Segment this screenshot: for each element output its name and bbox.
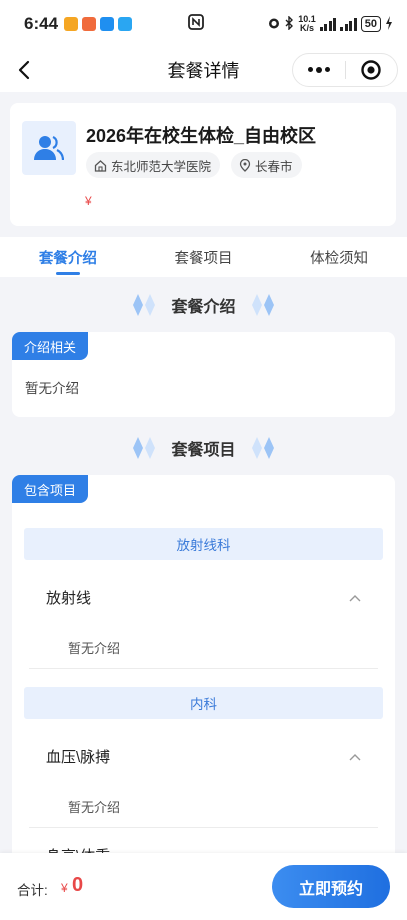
item-description: 暂无介绍 xyxy=(68,800,121,815)
intro-tag: 介绍相关 xyxy=(12,332,89,360)
chevron-up-icon xyxy=(349,595,361,602)
chevron-left-icon xyxy=(18,60,30,80)
hospital-chip: 东北师范大学医院 xyxy=(86,152,221,178)
section-title: 套餐介绍 xyxy=(171,299,236,316)
item-collapse-toggle[interactable] xyxy=(347,749,363,765)
status-bar: 6:44 10.1 K/s 50 xyxy=(0,0,407,48)
tab-package-intro[interactable]: 套餐介绍 xyxy=(0,237,136,277)
users-icon xyxy=(34,135,64,161)
diamond-decoration-icon xyxy=(251,294,274,316)
target-close-icon xyxy=(361,60,381,80)
notification-app-icon xyxy=(82,17,97,31)
items-tag: 包含项目 xyxy=(12,475,89,503)
item-collapse-toggle[interactable] xyxy=(347,590,363,606)
signal-strength-icon xyxy=(340,17,357,31)
back-button[interactable] xyxy=(10,56,38,84)
total-label: 合计: xyxy=(17,883,48,898)
section-title: 套餐项目 xyxy=(171,442,236,459)
item-description: 暂无介绍 xyxy=(68,641,121,656)
bottom-bar: 合计: ¥ 0 立即预约 xyxy=(0,853,407,920)
book-now-button[interactable]: 立即预约 xyxy=(272,865,390,908)
location-pin-icon xyxy=(239,158,251,172)
items-section-heading: 套餐项目 xyxy=(0,433,407,463)
miniprogram-capsule xyxy=(292,53,398,87)
tab-exam-notice[interactable]: 体检须知 xyxy=(271,237,407,277)
status-indicators: 10.1 K/s 50 xyxy=(267,15,393,33)
notification-app-icon xyxy=(64,17,79,31)
item-divider xyxy=(29,668,378,669)
item-name[interactable]: 血压\脉搏 xyxy=(46,746,110,767)
alarm-icon xyxy=(267,16,281,33)
hospital-home-icon xyxy=(94,159,107,172)
page-title: 套餐详情 xyxy=(167,61,240,81)
category-header: 放射线科 xyxy=(24,528,383,560)
charging-icon xyxy=(385,15,393,33)
diamond-decoration-icon xyxy=(251,437,274,459)
network-speed: 10.1 K/s xyxy=(298,14,316,33)
detail-tabs: 套餐介绍 套餐项目 体检须知 xyxy=(0,237,407,277)
nfc-icon xyxy=(188,14,204,34)
bluetooth-icon xyxy=(285,14,294,33)
battery-indicator: 50 xyxy=(360,16,381,32)
city-chip: 长春市 xyxy=(231,152,302,178)
package-title: 2026年在校生体检_自由校区 xyxy=(86,126,317,146)
package-avatar xyxy=(22,121,76,175)
items-panel: 包含项目 放射线科 放射线 暂无介绍 内科 血压\脉搏 暂无介绍 身高\体重 xyxy=(12,475,395,875)
navigation-bar: 套餐详情 xyxy=(0,48,407,92)
chevron-up-icon xyxy=(349,754,361,761)
more-menu-button[interactable] xyxy=(293,67,345,73)
total-currency: ¥ xyxy=(61,881,68,895)
hospital-name: 东北师范大学医院 xyxy=(111,159,212,174)
diamond-decoration-icon xyxy=(133,294,156,316)
notification-app-icon xyxy=(118,17,133,31)
signal-strength-icon xyxy=(319,17,337,31)
category-header: 内科 xyxy=(24,687,383,719)
total-amount: 0 xyxy=(72,874,84,896)
item-divider xyxy=(29,827,378,828)
intro-section-heading: 套餐介绍 xyxy=(0,290,407,320)
intro-panel: 介绍相关 暂无介绍 xyxy=(12,332,395,417)
notification-app-icon xyxy=(100,17,115,31)
close-miniprogram-button[interactable] xyxy=(345,59,397,81)
tab-package-items[interactable]: 套餐项目 xyxy=(136,237,272,277)
item-name[interactable]: 放射线 xyxy=(46,587,91,608)
diamond-decoration-icon xyxy=(133,437,156,459)
status-time: 6:44 xyxy=(24,14,59,33)
package-info-card: 2026年在校生体检_自由校区 东北师范大学医院 长春市 ¥ xyxy=(10,103,396,226)
city-name: 长春市 xyxy=(255,159,293,174)
package-price: ¥ xyxy=(85,194,92,208)
intro-text: 暂无介绍 xyxy=(25,381,79,396)
